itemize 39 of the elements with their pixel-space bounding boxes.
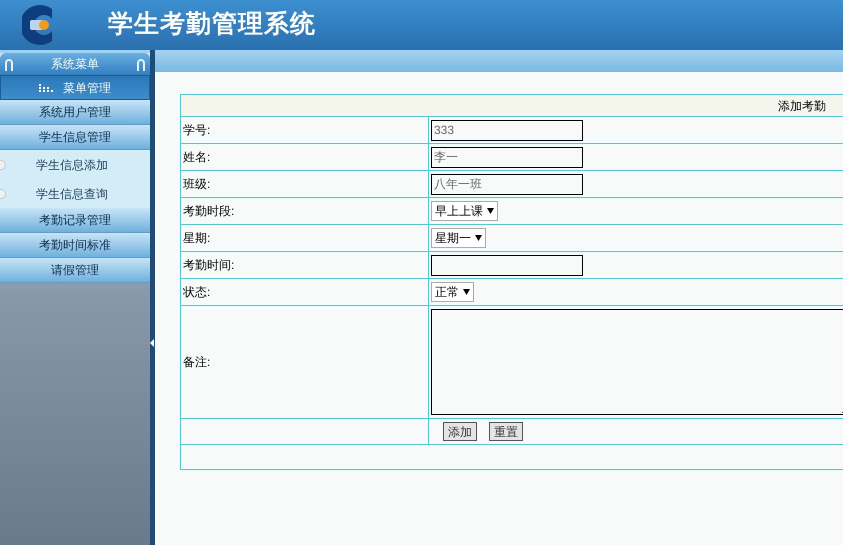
sidebar-group-item[interactable]: 学生信息管理	[0, 125, 150, 150]
app-title: 学生考勤管理系统	[108, 9, 316, 40]
bullet-icon	[0, 188, 6, 198]
sidebar-group-item[interactable]: 考勤时间标准	[0, 233, 150, 258]
field-label: 姓名:	[183, 150, 210, 164]
sidebar-sub-item[interactable]: 学生信息查询	[0, 179, 150, 208]
form-button[interactable]: 重置	[489, 422, 523, 441]
field-label: 学号:	[183, 123, 210, 137]
field-label: 星期:	[183, 231, 210, 245]
caret-icon	[475, 235, 482, 241]
ring-icon	[4, 57, 14, 71]
grid-icon	[39, 84, 53, 92]
form-title: 添加考勤	[778, 98, 826, 112]
logo-icon	[22, 5, 52, 45]
field-label: 状态:	[183, 285, 210, 299]
text-field[interactable]: 八年一班	[431, 174, 583, 194]
sidebar-section-header[interactable]: 菜单管理	[0, 75, 150, 100]
remarks-textarea[interactable]	[431, 309, 843, 415]
field-label: 考勤时间:	[183, 258, 234, 272]
bullet-icon	[0, 160, 6, 170]
dropdown[interactable]: 正常	[431, 282, 474, 302]
form-button[interactable]: 添加	[443, 422, 477, 441]
caret-icon	[463, 289, 470, 295]
field-label: 备注:	[183, 355, 210, 369]
sidebar-sub-item[interactable]: 学生信息添加	[0, 150, 150, 179]
field-label: 考勤时段:	[183, 204, 234, 218]
caret-icon	[487, 208, 494, 214]
text-field[interactable]: 李一	[431, 146, 583, 168]
ring-icon	[136, 57, 146, 71]
collapse-arrow-icon	[150, 339, 154, 347]
dropdown[interactable]: 早上上课	[431, 201, 498, 221]
text-field[interactable]: 333	[431, 120, 583, 140]
field-label: 班级:	[183, 177, 210, 191]
text-field[interactable]	[431, 254, 583, 276]
sidebar-group-item[interactable]: 请假管理	[0, 258, 150, 283]
sidebar-group-item[interactable]: 系统用户管理	[0, 100, 150, 125]
sidebar-title: 系统菜单	[51, 56, 99, 73]
dropdown[interactable]: 星期一	[431, 228, 486, 248]
sidebar-group-item[interactable]: 考勤记录管理	[0, 208, 150, 233]
